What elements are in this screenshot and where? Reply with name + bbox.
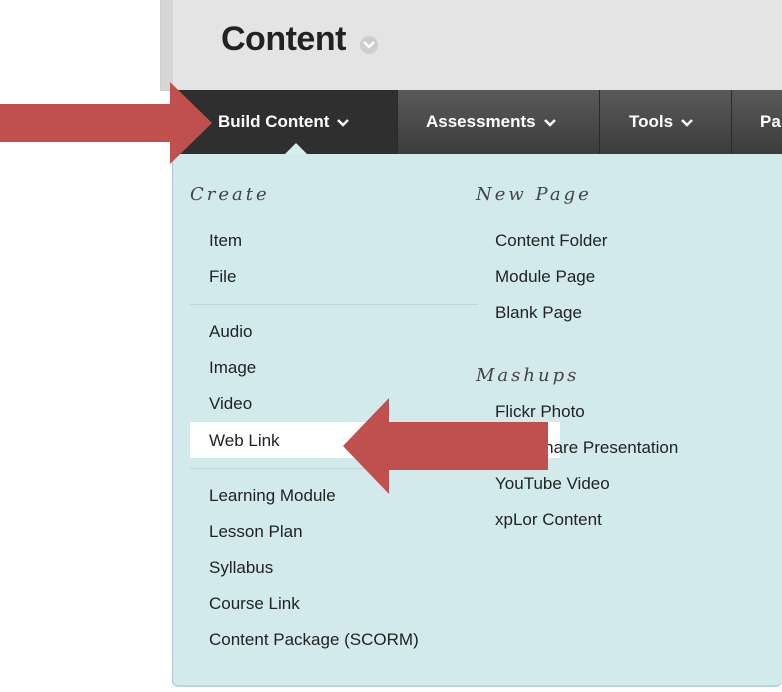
menu-item-content-folder[interactable]: Content Folder (495, 231, 607, 251)
section-heading-create: Create (190, 184, 270, 205)
header-rail (161, 0, 173, 90)
tab-assessments[interactable]: Assessments (398, 90, 600, 154)
menu-item-lesson-plan[interactable]: Lesson Plan (209, 522, 303, 542)
callout-arrow-right-icon (0, 82, 212, 164)
menu-divider (190, 304, 478, 305)
menu-item-syllabus[interactable]: Syllabus (209, 558, 273, 578)
page-title: Content (221, 20, 346, 58)
menu-item-video[interactable]: Video (209, 394, 252, 414)
section-heading-new-page: New Page (476, 184, 592, 205)
course-toolbar: Build Content Assessments Tools Pa (172, 90, 782, 154)
tab-partial[interactable]: Pa (732, 90, 782, 154)
menu-item-web-link[interactable]: Web Link (209, 431, 280, 451)
menu-item-file[interactable]: File (209, 267, 236, 287)
tab-label: Tools (629, 112, 674, 131)
tab-label: Pa (760, 112, 781, 131)
menu-item-blank-page[interactable]: Blank Page (495, 303, 582, 323)
tab-label: Assessments (426, 112, 536, 131)
menu-item-learning-module[interactable]: Learning Module (209, 486, 336, 506)
menu-item-item[interactable]: Item (209, 231, 242, 251)
menu-item-audio[interactable]: Audio (209, 322, 252, 342)
chevron-down-icon (543, 90, 556, 154)
menu-item-image[interactable]: Image (209, 358, 256, 378)
menu-item-module-page[interactable]: Module Page (495, 267, 595, 287)
menu-item-course-link[interactable]: Course Link (209, 594, 300, 614)
chevron-down-icon (681, 90, 693, 154)
page-header: Content (160, 0, 782, 91)
tab-tools[interactable]: Tools (600, 90, 732, 154)
page-options-chevron-icon[interactable] (360, 36, 378, 54)
chevron-down-icon (337, 90, 350, 154)
section-heading-mashups: Mashups (476, 365, 580, 386)
menu-item-xplor-content[interactable]: xpLor Content (495, 510, 602, 530)
menu-item-content-package[interactable]: Content Package (SCORM) (209, 630, 419, 650)
tab-label: Build Content (218, 112, 330, 131)
callout-arrow-left-icon (343, 398, 548, 494)
